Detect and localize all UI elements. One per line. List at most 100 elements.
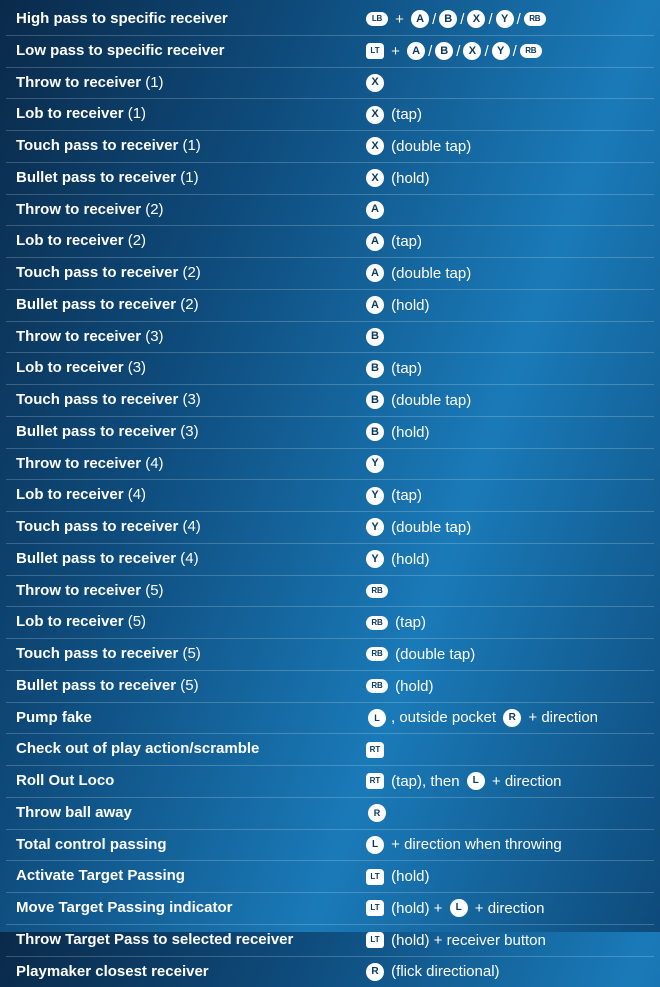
action-label: Lob to receiver (2) <box>16 232 366 251</box>
a-button-icon: A <box>411 10 429 28</box>
control-binding: RB (double tap) <box>366 646 648 663</box>
control-binding: RT <box>366 742 648 758</box>
right-stick-icon: R <box>503 709 521 727</box>
control-text: / <box>432 11 436 28</box>
control-binding: RB (hold) <box>366 678 648 695</box>
receiver-number: (1) <box>128 105 146 122</box>
control-text: (tap) <box>387 106 422 123</box>
b-button-icon: B <box>439 10 457 28</box>
control-binding: R <box>366 804 648 822</box>
action-label: Bullet pass to receiver (3) <box>16 423 366 442</box>
action-label: Activate Target Passing <box>16 867 366 886</box>
control-binding: X (tap) <box>366 106 648 124</box>
control-text: + <box>391 11 408 28</box>
rt-trigger-icon: RT <box>366 773 384 789</box>
table-row: Throw Target Pass to selected receiverLT… <box>6 925 654 957</box>
table-row: Lob to receiver (1)X (tap) <box>6 99 654 131</box>
action-label: Throw to receiver (3) <box>16 328 366 347</box>
control-binding: RB <box>366 584 648 598</box>
table-row: Activate Target PassingLT (hold) <box>6 861 654 893</box>
control-text: (hold) <box>387 868 430 885</box>
control-text: (hold) + <box>387 900 447 917</box>
control-text: / <box>517 11 521 28</box>
table-row: Touch pass to receiver (5)RB (double tap… <box>6 639 654 671</box>
control-binding: L + direction when throwing <box>366 836 648 854</box>
control-binding: Y <box>366 455 648 473</box>
table-row: Touch pass to receiver (4)Y (double tap) <box>6 512 654 544</box>
a-button-icon: A <box>366 233 384 251</box>
control-binding: LT (hold) <box>366 868 648 885</box>
table-row: Total control passingL + direction when … <box>6 830 654 862</box>
control-binding: A (hold) <box>366 296 648 314</box>
table-row: Move Target Passing indicatorLT (hold) +… <box>6 893 654 925</box>
table-row: Throw to receiver (1)X <box>6 68 654 100</box>
receiver-number: (4) <box>145 455 163 472</box>
receiver-number: (3) <box>128 359 146 376</box>
table-row: Throw to receiver (4)Y <box>6 449 654 481</box>
action-label: Touch pass to receiver (5) <box>16 645 366 664</box>
control-text: (hold) <box>391 678 434 695</box>
control-binding: X (hold) <box>366 169 648 187</box>
a-button-icon: A <box>366 264 384 282</box>
action-label: Bullet pass to receiver (2) <box>16 296 366 315</box>
control-binding: RB (tap) <box>366 614 648 631</box>
x-button-icon: X <box>366 106 384 124</box>
control-text: + direction <box>471 900 545 917</box>
control-binding: B <box>366 328 648 346</box>
control-binding: B (double tap) <box>366 391 648 409</box>
x-button-icon: X <box>467 10 485 28</box>
control-text: (hold) + receiver button <box>387 932 546 949</box>
control-binding: LT (hold) + L + direction <box>366 899 648 917</box>
lt-trigger-icon: LT <box>366 900 384 916</box>
b-button-icon: B <box>366 391 384 409</box>
table-row: Touch pass to receiver (3)B (double tap) <box>6 385 654 417</box>
control-text: (tap) <box>387 360 422 377</box>
table-row: Bullet pass to receiver (3)B (hold) <box>6 417 654 449</box>
lt-trigger-icon: LT <box>366 43 384 59</box>
control-text: (tap), then <box>387 773 464 790</box>
control-text: (double tap) <box>387 519 471 536</box>
table-row: Throw to receiver (5)RB <box>6 576 654 608</box>
rb-bumper-icon: RB <box>366 679 388 693</box>
table-row: Lob to receiver (4)Y (tap) <box>6 480 654 512</box>
table-row: Throw to receiver (3)B <box>6 322 654 354</box>
action-label: Move Target Passing indicator <box>16 899 366 918</box>
control-text: + direction <box>524 709 598 726</box>
control-text: (tap) <box>391 614 426 631</box>
control-text: (tap) <box>387 487 422 504</box>
receiver-number: (4) <box>128 486 146 503</box>
table-row: Bullet pass to receiver (2)A (hold) <box>6 290 654 322</box>
table-row: Roll Out LocoRT (tap), then L + directio… <box>6 766 654 798</box>
control-binding: A (double tap) <box>366 264 648 282</box>
receiver-number: (5) <box>128 613 146 630</box>
table-row: Lob to receiver (3)B (tap) <box>6 353 654 385</box>
control-text: + <box>387 43 404 60</box>
left-stick-horizontal-icon: L <box>366 709 388 727</box>
receiver-number: (5) <box>182 645 200 662</box>
table-row: Bullet pass to receiver (1)X (hold) <box>6 163 654 195</box>
receiver-number: (4) <box>182 518 200 535</box>
control-binding: RT (tap), then L + direction <box>366 772 648 790</box>
action-label: Lob to receiver (4) <box>16 486 366 505</box>
action-label: Throw to receiver (4) <box>16 455 366 474</box>
y-button-icon: Y <box>496 10 514 28</box>
table-row: Bullet pass to receiver (5)RB (hold) <box>6 671 654 703</box>
action-label: Throw to receiver (2) <box>16 201 366 220</box>
receiver-number: (1) <box>145 74 163 91</box>
control-text: / <box>484 43 488 60</box>
b-button-icon: B <box>366 360 384 378</box>
y-button-icon: Y <box>366 518 384 536</box>
lt-trigger-icon: LT <box>366 869 384 885</box>
receiver-number: (1) <box>182 137 200 154</box>
b-button-icon: B <box>366 423 384 441</box>
rb-bumper-icon: RB <box>520 44 542 58</box>
y-button-icon: Y <box>366 455 384 473</box>
table-row: Throw to receiver (2)A <box>6 195 654 227</box>
control-binding: Y (hold) <box>366 550 648 568</box>
action-label: Throw Target Pass to selected receiver <box>16 931 366 950</box>
lb-bumper-icon: LB <box>366 12 388 26</box>
receiver-number: (2) <box>145 201 163 218</box>
action-label: Roll Out Loco <box>16 772 366 791</box>
action-label: Touch pass to receiver (4) <box>16 518 366 537</box>
controls-table: High pass to specific receiverLB + A/B/X… <box>6 4 654 987</box>
